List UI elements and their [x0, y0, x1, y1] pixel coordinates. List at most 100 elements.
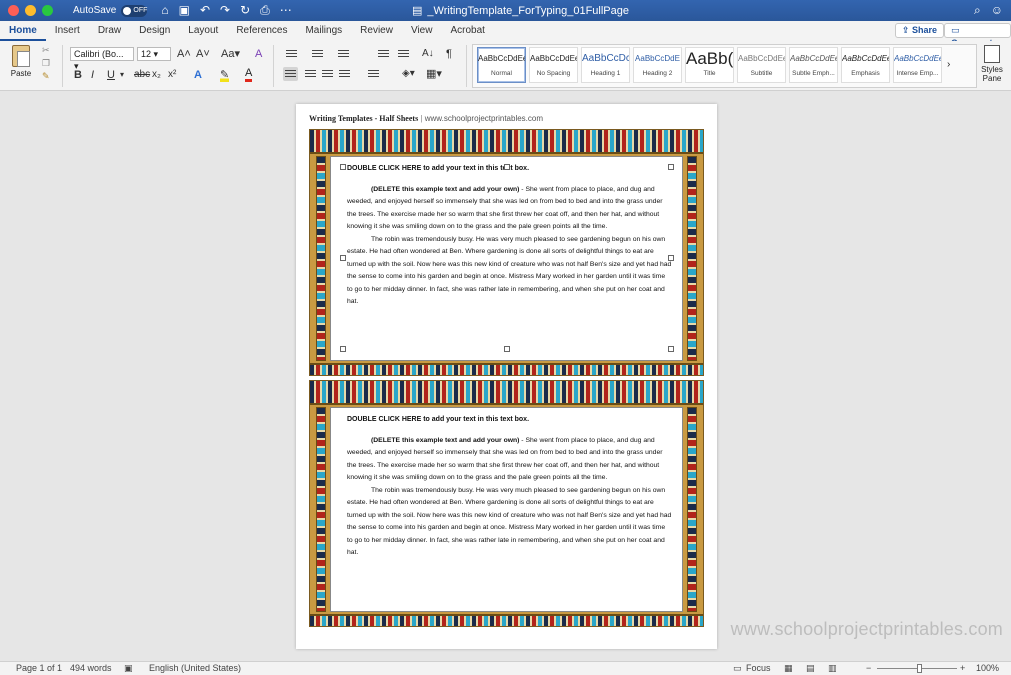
close-window-button[interactable] [8, 5, 19, 16]
tab-draw[interactable]: Draw [89, 21, 130, 41]
tab-references[interactable]: References [227, 21, 296, 41]
align-left-icon[interactable] [285, 70, 296, 79]
read-mode-icon[interactable]: ▤ [806, 663, 815, 674]
text-box[interactable]: DOUBLE CLICK HERE to add your text in th… [330, 407, 683, 612]
page-count[interactable]: Page 1 of 1 [16, 663, 62, 673]
minimize-window-button[interactable] [25, 5, 36, 16]
font-size-select[interactable]: 12 ▾ [137, 47, 171, 61]
tab-design[interactable]: Design [130, 21, 179, 41]
style-subtitle[interactable]: AaBbCcDdEe Subtitle [737, 47, 786, 83]
show-formatting-icon[interactable]: ¶ [446, 47, 452, 61]
more-icon[interactable]: ⋯ [280, 3, 292, 18]
tab-mailings[interactable]: Mailings [296, 21, 351, 41]
line-spacing-icon[interactable] [368, 70, 379, 79]
tab-view[interactable]: View [402, 21, 442, 41]
copy-icon[interactable]: ❐ [42, 58, 50, 69]
zoom-slider-handle[interactable] [917, 664, 922, 673]
format-painter-icon[interactable]: ✎ [42, 71, 50, 82]
focus-label[interactable]: Focus [746, 663, 771, 673]
account-icon[interactable]: ☺ [991, 3, 1003, 18]
text-effects-icon[interactable]: A [194, 68, 202, 82]
increase-indent-icon[interactable] [398, 50, 409, 59]
font-color-icon[interactable]: A [245, 68, 253, 82]
tab-layout[interactable]: Layout [179, 21, 227, 41]
cut-icon[interactable]: ✂ [42, 45, 50, 56]
document-page[interactable]: Writing Templates - Half Sheets | www.sc… [296, 104, 717, 649]
superscript-icon[interactable]: x² [168, 68, 176, 82]
divider [62, 45, 63, 87]
align-center-icon[interactable] [305, 70, 316, 79]
style-emphasis[interactable]: AaBbCcDdEe Emphasis [841, 47, 890, 83]
web-layout-icon[interactable]: ▥ [828, 663, 837, 674]
share-button[interactable]: ⇪ Share [895, 23, 945, 38]
style-intense-emphasis[interactable]: AaBbCcDdEe Intense Emp... [893, 47, 942, 83]
resize-handle[interactable] [340, 164, 346, 170]
align-right-icon[interactable] [322, 70, 333, 79]
proofing-icon[interactable]: ▣ [124, 663, 133, 674]
focus-icon[interactable]: ▭ [733, 663, 742, 674]
paste-button[interactable]: Paste [6, 45, 36, 78]
justify-icon[interactable] [339, 70, 350, 79]
shading-icon[interactable]: ◈▾ [402, 67, 415, 81]
zoom-out-button[interactable]: − [866, 663, 871, 673]
repeat-icon[interactable]: ↻ [240, 3, 250, 18]
change-case-icon[interactable]: Aa▾ [221, 47, 240, 61]
style-subtle-emphasis[interactable]: AaBbCcDdEe Subtle Emph... [789, 47, 838, 83]
language[interactable]: English (United States) [149, 663, 241, 673]
style-normal[interactable]: AaBbCcDdEe Normal [477, 47, 526, 83]
underline-icon[interactable]: U [107, 68, 115, 82]
grow-font-icon[interactable]: A˄ [177, 47, 191, 61]
tab-insert[interactable]: Insert [46, 21, 89, 41]
style-name: Heading 2 [642, 70, 673, 77]
resize-handle[interactable] [504, 164, 510, 170]
word-count[interactable]: 494 words [70, 663, 112, 673]
borders-icon[interactable]: ▦▾ [426, 67, 442, 81]
autosave-toggle[interactable]: OFF [121, 4, 148, 17]
resize-handle[interactable] [668, 255, 674, 261]
zoom-level[interactable]: 100% [976, 663, 999, 673]
shrink-font-icon[interactable]: A˅ [196, 47, 210, 61]
tab-acrobat[interactable]: Acrobat [441, 21, 493, 41]
multilevel-list-icon[interactable] [338, 50, 349, 59]
resize-handle[interactable] [668, 164, 674, 170]
style-heading-1[interactable]: AaBbCcDc Heading 1 [581, 47, 630, 83]
text-box[interactable]: DOUBLE CLICK HERE to add your text in th… [330, 156, 683, 361]
style-heading-2[interactable]: AaBbCcDdE Heading 2 [633, 47, 682, 83]
print-layout-icon[interactable]: ▦ [784, 663, 793, 674]
home-icon[interactable]: ⌂ [161, 3, 168, 18]
undo-icon[interactable]: ↶ [200, 3, 210, 18]
style-no-spacing[interactable]: AaBbCcDdEe No Spacing [529, 47, 578, 83]
italic-icon[interactable]: I [91, 68, 94, 82]
document-canvas[interactable]: Writing Templates - Half Sheets | www.sc… [0, 91, 1011, 661]
zoom-in-button[interactable]: + [960, 663, 965, 673]
print-icon[interactable]: ⎙ [260, 3, 270, 18]
resize-handle[interactable] [504, 346, 510, 352]
bold-icon[interactable]: B [74, 68, 82, 82]
divider [273, 45, 274, 87]
numbering-icon[interactable] [312, 50, 323, 59]
resize-handle[interactable] [340, 255, 346, 261]
frame-border-bottom [310, 363, 703, 375]
clear-formatting-icon[interactable]: A [255, 47, 262, 61]
resize-handle[interactable] [668, 346, 674, 352]
gallery-next-icon[interactable]: › [947, 47, 950, 85]
highlight-color-icon[interactable]: ✎ [220, 68, 230, 82]
bullets-icon[interactable] [286, 50, 297, 59]
styles-pane-button[interactable]: Styles Pane [978, 45, 1006, 83]
subscript-icon[interactable]: x₂ [152, 68, 161, 82]
redo-icon[interactable]: ↷ [220, 3, 230, 18]
search-icon[interactable]: ⌕ [974, 3, 981, 18]
decrease-indent-icon[interactable] [378, 50, 389, 59]
tab-review[interactable]: Review [351, 21, 402, 41]
comments-button[interactable]: ▭ Comments [944, 23, 1011, 48]
strikethrough-icon[interactable]: abc [134, 68, 150, 82]
save-icon[interactable]: ▣ [179, 3, 190, 18]
style-name: Subtle Emph... [792, 70, 835, 77]
resize-handle[interactable] [340, 346, 346, 352]
style-title[interactable]: AaBb( Title [685, 47, 734, 83]
font-name-select[interactable]: Calibri (Bo... ▾ [70, 47, 134, 71]
zoom-window-button[interactable] [42, 5, 53, 16]
tab-home[interactable]: Home [0, 21, 46, 41]
sort-icon[interactable]: A↓ [422, 47, 434, 61]
underline-dropdown-icon[interactable]: ▾ [120, 68, 124, 82]
